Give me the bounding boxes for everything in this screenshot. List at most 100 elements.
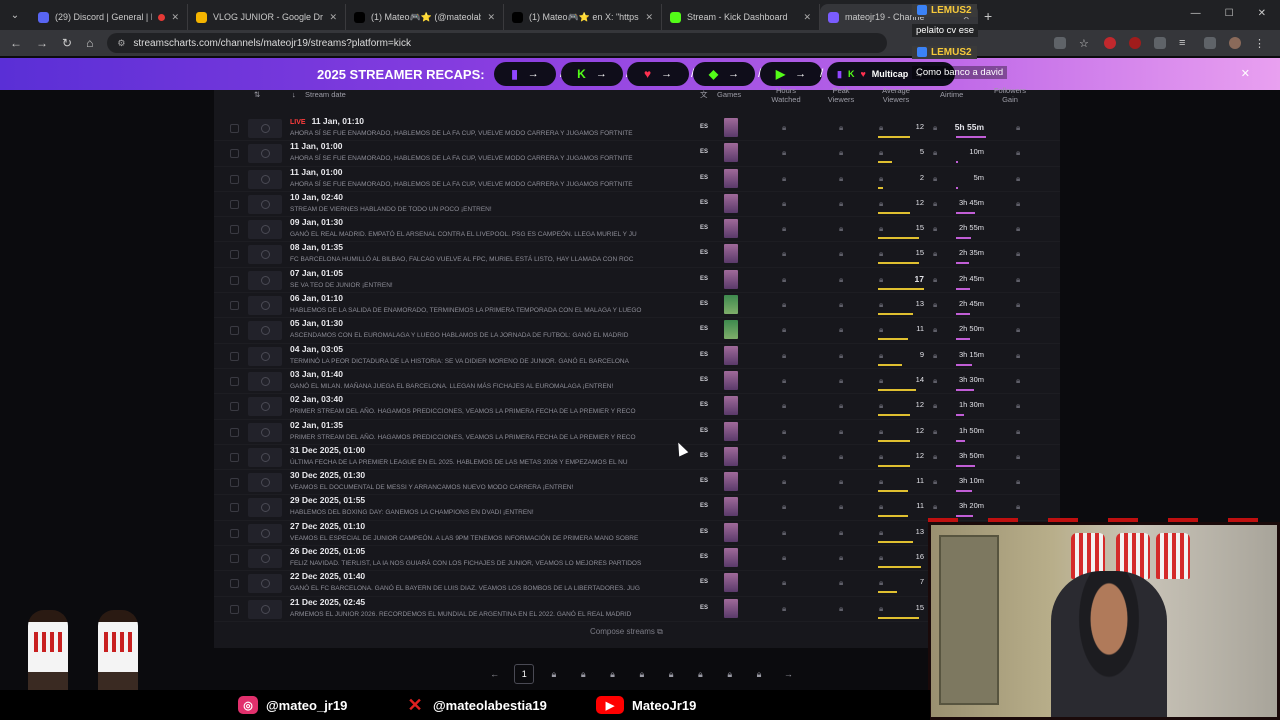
game-cover[interactable] (724, 345, 738, 365)
airtime-lock-icon[interactable]: 🔒︎ (933, 148, 937, 158)
stream-title[interactable]: AHORA SÍ SE FUE ENAMORADO, HABLEMOS DE L… (290, 129, 684, 138)
hours-watched-lock-icon[interactable]: 🔒︎ (782, 174, 786, 184)
average-viewers-lock-icon[interactable]: 🔒︎ (879, 123, 883, 133)
row-checkbox[interactable] (230, 225, 239, 235)
followers-lock-icon[interactable]: 🔒︎ (1016, 351, 1020, 361)
peak-viewers-lock-icon[interactable]: 🔒︎ (839, 148, 843, 158)
profile-avatar[interactable] (1229, 37, 1241, 49)
lock-icon[interactable]: 🔒︎ (744, 664, 773, 684)
table-row[interactable]: 05 Jan, 01:30 ASCENDAMOS CON EL EUROMALAG… (214, 318, 1060, 344)
followers-lock-icon[interactable]: 🔒︎ (1016, 401, 1020, 411)
row-checkbox[interactable] (230, 452, 239, 462)
peak-viewers-lock-icon[interactable]: 🔒︎ (839, 275, 843, 285)
game-cover[interactable] (724, 219, 738, 239)
stream-title[interactable]: STREAM DE VIERNES HABLANDO DE TODO UN PO… (290, 205, 684, 214)
lock-icon[interactable]: 🔒︎ (686, 664, 715, 684)
game-cover[interactable] (724, 472, 738, 492)
recap-twitch-button[interactable]: ▮ → (494, 62, 556, 86)
stream-thumbnail[interactable] (248, 397, 282, 417)
followers-lock-icon[interactable]: 🔒︎ (1016, 502, 1020, 512)
close-tab-icon[interactable]: ✕ (329, 12, 337, 23)
close-tab-icon[interactable]: ✕ (487, 12, 495, 23)
hours-watched-lock-icon[interactable]: 🔒︎ (782, 427, 786, 437)
stream-title[interactable]: GANÓ EL MILAN. MAÑANA JUEGA EL BARCELONA… (290, 382, 684, 391)
stream-title[interactable]: AHORA SÍ SE FUE ENAMORADO, HABLEMOS DE L… (290, 180, 684, 189)
stream-thumbnail[interactable] (248, 473, 282, 493)
hours-watched-lock-icon[interactable]: 🔒︎ (782, 148, 786, 158)
stream-thumbnail[interactable] (248, 220, 282, 240)
next-page-button[interactable]: → (774, 664, 803, 684)
hours-watched-lock-icon[interactable]: 🔒︎ (782, 325, 786, 335)
airtime-lock-icon[interactable]: 🔒︎ (933, 401, 937, 411)
row-checkbox[interactable] (230, 124, 239, 133)
stream-thumbnail[interactable] (248, 498, 282, 518)
col-stream-date[interactable]: Stream date (305, 90, 346, 99)
airtime-lock-icon[interactable]: 🔒︎ (933, 174, 937, 184)
stream-title[interactable]: PRIMER STREAM DEL AÑO. HAGAMOS PREDICCIO… (290, 407, 684, 416)
followers-lock-icon[interactable]: 🔒︎ (1016, 199, 1020, 209)
hours-watched-lock-icon[interactable]: 🔒︎ (782, 376, 786, 386)
airtime-lock-icon[interactable]: 🔒︎ (933, 325, 937, 335)
stream-thumbnail[interactable] (248, 574, 282, 594)
col-games[interactable]: Games (717, 90, 741, 99)
game-cover[interactable] (724, 548, 738, 568)
peak-viewers-lock-icon[interactable]: 🔒︎ (839, 249, 843, 259)
row-checkbox[interactable] (230, 503, 239, 513)
lock-icon[interactable]: 🔒︎ (656, 664, 685, 684)
stream-thumbnail[interactable] (248, 194, 282, 214)
game-cover[interactable] (724, 370, 738, 390)
game-cover[interactable] (724, 320, 738, 340)
average-viewers-lock-icon[interactable]: 🔒︎ (879, 174, 883, 184)
stream-thumbnail[interactable] (248, 523, 282, 543)
airtime-lock-icon[interactable]: 🔒︎ (933, 351, 937, 361)
average-viewers-lock-icon[interactable]: 🔒︎ (879, 604, 883, 614)
game-cover[interactable] (724, 421, 738, 441)
row-checkbox[interactable] (230, 478, 239, 488)
hours-watched-lock-icon[interactable]: 🔒︎ (782, 477, 786, 487)
maximize-button[interactable]: ☐ (1225, 8, 1234, 19)
stream-title[interactable]: GANÓ EL REAL MADRID. EMPATÓ EL ARSENAL C… (290, 230, 684, 239)
average-viewers-lock-icon[interactable]: 🔒︎ (879, 224, 883, 234)
hours-watched-lock-icon[interactable]: 🔒︎ (782, 604, 786, 614)
col-airtime[interactable]: Airtime (940, 90, 963, 99)
browser-tab[interactable]: VLOG JUNIOR - Google Drive ✕ (188, 4, 346, 30)
peak-viewers-lock-icon[interactable]: 🔒︎ (839, 325, 843, 335)
peak-viewers-lock-icon[interactable]: 🔒︎ (839, 123, 843, 133)
average-viewers-lock-icon[interactable]: 🔒︎ (879, 376, 883, 386)
average-viewers-lock-icon[interactable]: 🔒︎ (879, 325, 883, 335)
airtime-lock-icon[interactable]: 🔒︎ (933, 275, 937, 285)
peak-viewers-lock-icon[interactable]: 🔒︎ (839, 502, 843, 512)
stream-title[interactable]: VEAMOS EL DOCUMENTAL DE MESSI Y ARRANCAM… (290, 483, 684, 492)
col-peak-viewers[interactable]: Peak Viewers (819, 86, 863, 104)
sort-icon[interactable]: ⇅ (254, 90, 260, 99)
game-cover[interactable] (724, 118, 738, 137)
peak-viewers-lock-icon[interactable]: 🔒︎ (839, 427, 843, 437)
followers-lock-icon[interactable]: 🔒︎ (1016, 275, 1020, 285)
row-checkbox[interactable] (230, 376, 239, 386)
stream-thumbnail[interactable] (248, 270, 282, 290)
close-tab-icon[interactable]: ✕ (645, 12, 653, 23)
game-cover[interactable] (724, 522, 738, 542)
average-viewers-lock-icon[interactable]: 🔒︎ (879, 275, 883, 285)
followers-lock-icon[interactable]: 🔒︎ (1016, 123, 1020, 133)
row-checkbox[interactable] (230, 528, 239, 538)
game-cover[interactable] (724, 295, 738, 315)
stream-title[interactable]: PRIMER STREAM DEL AÑO. HAGAMOS PREDICCIO… (290, 433, 684, 442)
peak-viewers-lock-icon[interactable]: 🔒︎ (839, 174, 843, 184)
lock-icon[interactable]: 🔒︎ (598, 664, 627, 684)
followers-lock-icon[interactable]: 🔒︎ (1016, 148, 1020, 158)
reload-icon[interactable]: ↻ (62, 36, 72, 50)
extension-record-icon[interactable] (1129, 37, 1141, 49)
hours-watched-lock-icon[interactable]: 🔒︎ (782, 351, 786, 361)
hours-watched-lock-icon[interactable]: 🔒︎ (782, 224, 786, 234)
row-checkbox[interactable] (230, 199, 239, 209)
row-checkbox[interactable] (230, 427, 239, 437)
col-average-viewers[interactable]: Average Viewers (874, 86, 918, 104)
row-checkbox[interactable] (230, 604, 239, 614)
airtime-lock-icon[interactable]: 🔒︎ (933, 477, 937, 487)
stream-thumbnail[interactable] (248, 144, 282, 164)
close-tab-icon[interactable]: ✕ (171, 12, 179, 23)
followers-lock-icon[interactable]: 🔒︎ (1016, 477, 1020, 487)
airtime-lock-icon[interactable]: 🔒︎ (933, 249, 937, 259)
stream-thumbnail[interactable] (248, 321, 282, 341)
